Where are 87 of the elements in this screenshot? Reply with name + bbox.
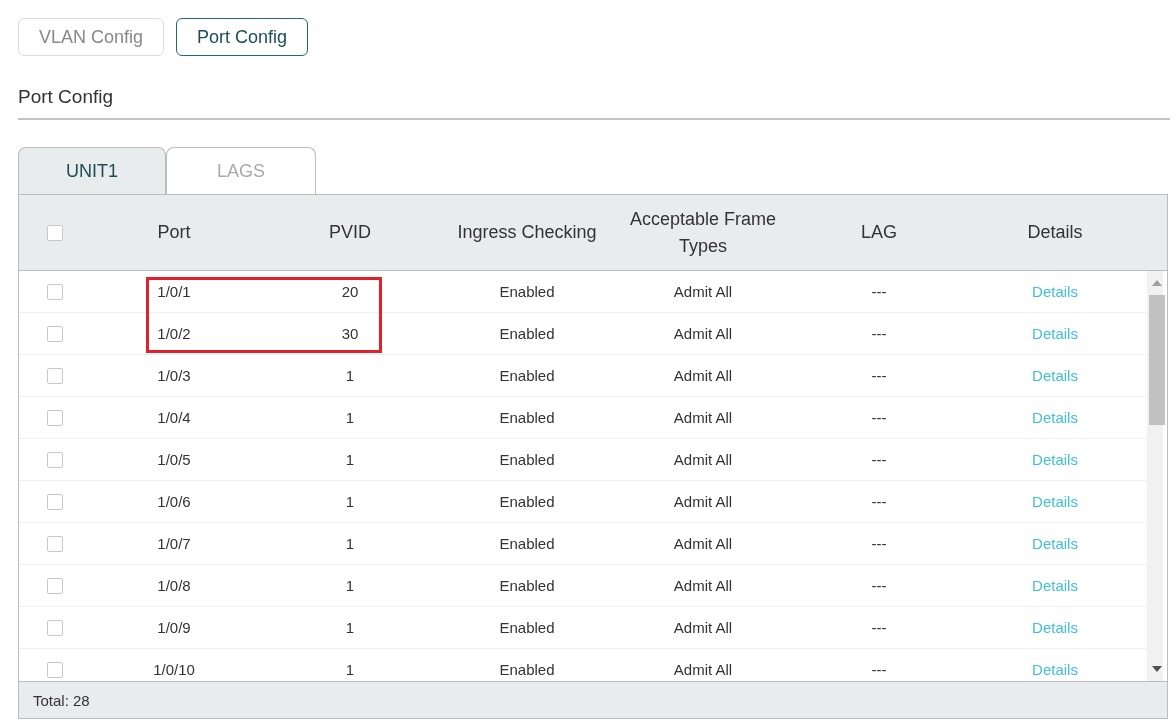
details-link[interactable]: Details [1032, 493, 1078, 510]
table-cell-text: Enabled [498, 535, 556, 552]
row-checkbox[interactable] [47, 661, 63, 678]
column-header: Details [1026, 221, 1084, 244]
table-cell-text: Admit All [672, 283, 734, 300]
table-cell-text: 1/0/4 [156, 409, 192, 426]
table-cell-text: Admit All [672, 451, 734, 468]
table-cell-text: --- [870, 661, 888, 678]
details-link[interactable]: Details [1032, 325, 1078, 342]
table-cell-text: Enabled [498, 409, 556, 426]
row-checkbox[interactable] [47, 325, 63, 342]
row-checkbox[interactable] [47, 493, 63, 510]
table-cell-text: 1/0/10 [152, 661, 196, 678]
table-cell-text: Enabled [498, 661, 556, 678]
table-cell-text: 1/0/7 [156, 535, 192, 552]
table-cell-text: --- [870, 451, 888, 468]
details-link[interactable]: Details [1032, 661, 1078, 678]
details-link[interactable]: Details [1032, 619, 1078, 636]
unit-tab[interactable]: LAGS [166, 147, 316, 194]
scroll-up-icon[interactable] [1152, 280, 1162, 286]
select-all-checkbox[interactable] [47, 224, 63, 241]
unit-tab[interactable]: UNIT1 [18, 147, 166, 194]
scroll-thumb[interactable] [1149, 295, 1165, 425]
row-checkbox[interactable] [47, 535, 63, 552]
table-cell-text: Enabled [498, 367, 556, 384]
details-link[interactable]: Details [1032, 367, 1078, 384]
details-link[interactable]: Details [1032, 409, 1078, 426]
table-cell-text: 20 [340, 283, 360, 300]
table-cell-text: Admit All [672, 661, 734, 678]
table-cell-text: 1/0/6 [156, 493, 192, 510]
table-cell-text: --- [870, 619, 888, 636]
scrollbar[interactable] [1147, 271, 1163, 681]
table-cell-text: Enabled [498, 325, 556, 342]
table-cell-text: Admit All [672, 409, 734, 426]
table-cell-text: Admit All [672, 493, 734, 510]
row-checkbox[interactable] [47, 409, 63, 426]
row-checkbox[interactable] [47, 451, 63, 468]
details-link[interactable]: Details [1032, 535, 1078, 552]
details-link[interactable]: Details [1032, 283, 1078, 300]
column-header: Port [156, 221, 192, 244]
table-cell-text: 1 [344, 367, 356, 384]
column-header: Acceptable Frame Types [628, 207, 778, 258]
table-cell-text: 1 [344, 493, 356, 510]
table-cell-text: 1 [344, 451, 356, 468]
table-cell-text: 1 [344, 535, 356, 552]
details-link[interactable]: Details [1032, 577, 1078, 594]
table-cell-text: Admit All [672, 325, 734, 342]
table-cell-text: Admit All [672, 367, 734, 384]
table-cell-text: 1 [344, 577, 356, 594]
table-cell-text: 1/0/8 [156, 577, 192, 594]
table-cell-text: 1/0/2 [156, 325, 192, 342]
table-cell-text: Admit All [672, 535, 734, 552]
table-cell-text: --- [870, 367, 888, 384]
table-cell-text: Admit All [672, 577, 734, 594]
table-cell-text: Enabled [498, 451, 556, 468]
table-cell-text: 1 [344, 661, 356, 678]
details-link[interactable]: Details [1032, 451, 1078, 468]
table-cell-text: 1 [344, 409, 356, 426]
table-cell-text: 1/0/1 [156, 283, 192, 300]
table-cell-text: --- [870, 283, 888, 300]
table-cell-text: 1 [344, 619, 356, 636]
table-cell-text: Enabled [498, 493, 556, 510]
row-checkbox[interactable] [47, 367, 63, 384]
column-header: LAG [860, 221, 898, 244]
total-count: Total: 28 [33, 691, 90, 709]
page-tab[interactable]: Port Config [176, 18, 309, 56]
table-cell-text: --- [870, 409, 888, 426]
section-title: Port Config [18, 86, 1170, 120]
table-cell-text: --- [870, 325, 888, 342]
scroll-down-icon[interactable] [1152, 666, 1162, 672]
table-cell-text: 1/0/3 [156, 367, 192, 384]
row-checkbox[interactable] [47, 619, 63, 636]
table-cell-text: 1/0/5 [156, 451, 192, 468]
table-cell-text: 30 [340, 325, 360, 342]
column-header: PVID [328, 221, 372, 244]
row-checkbox[interactable] [47, 283, 63, 300]
table-cell-text: --- [870, 535, 888, 552]
table-cell-text: Admit All [672, 619, 734, 636]
table-cell-text: --- [870, 493, 888, 510]
page-tab[interactable]: VLAN Config [18, 18, 165, 56]
table-cell-text: Enabled [498, 283, 556, 300]
table-cell-text: 1/0/9 [156, 619, 192, 636]
column-header: Ingress Checking [456, 221, 598, 244]
table-cell-text: Enabled [498, 619, 556, 636]
table-cell-text: Enabled [498, 577, 556, 594]
row-checkbox[interactable] [47, 577, 63, 594]
table-cell-text: --- [870, 577, 888, 594]
